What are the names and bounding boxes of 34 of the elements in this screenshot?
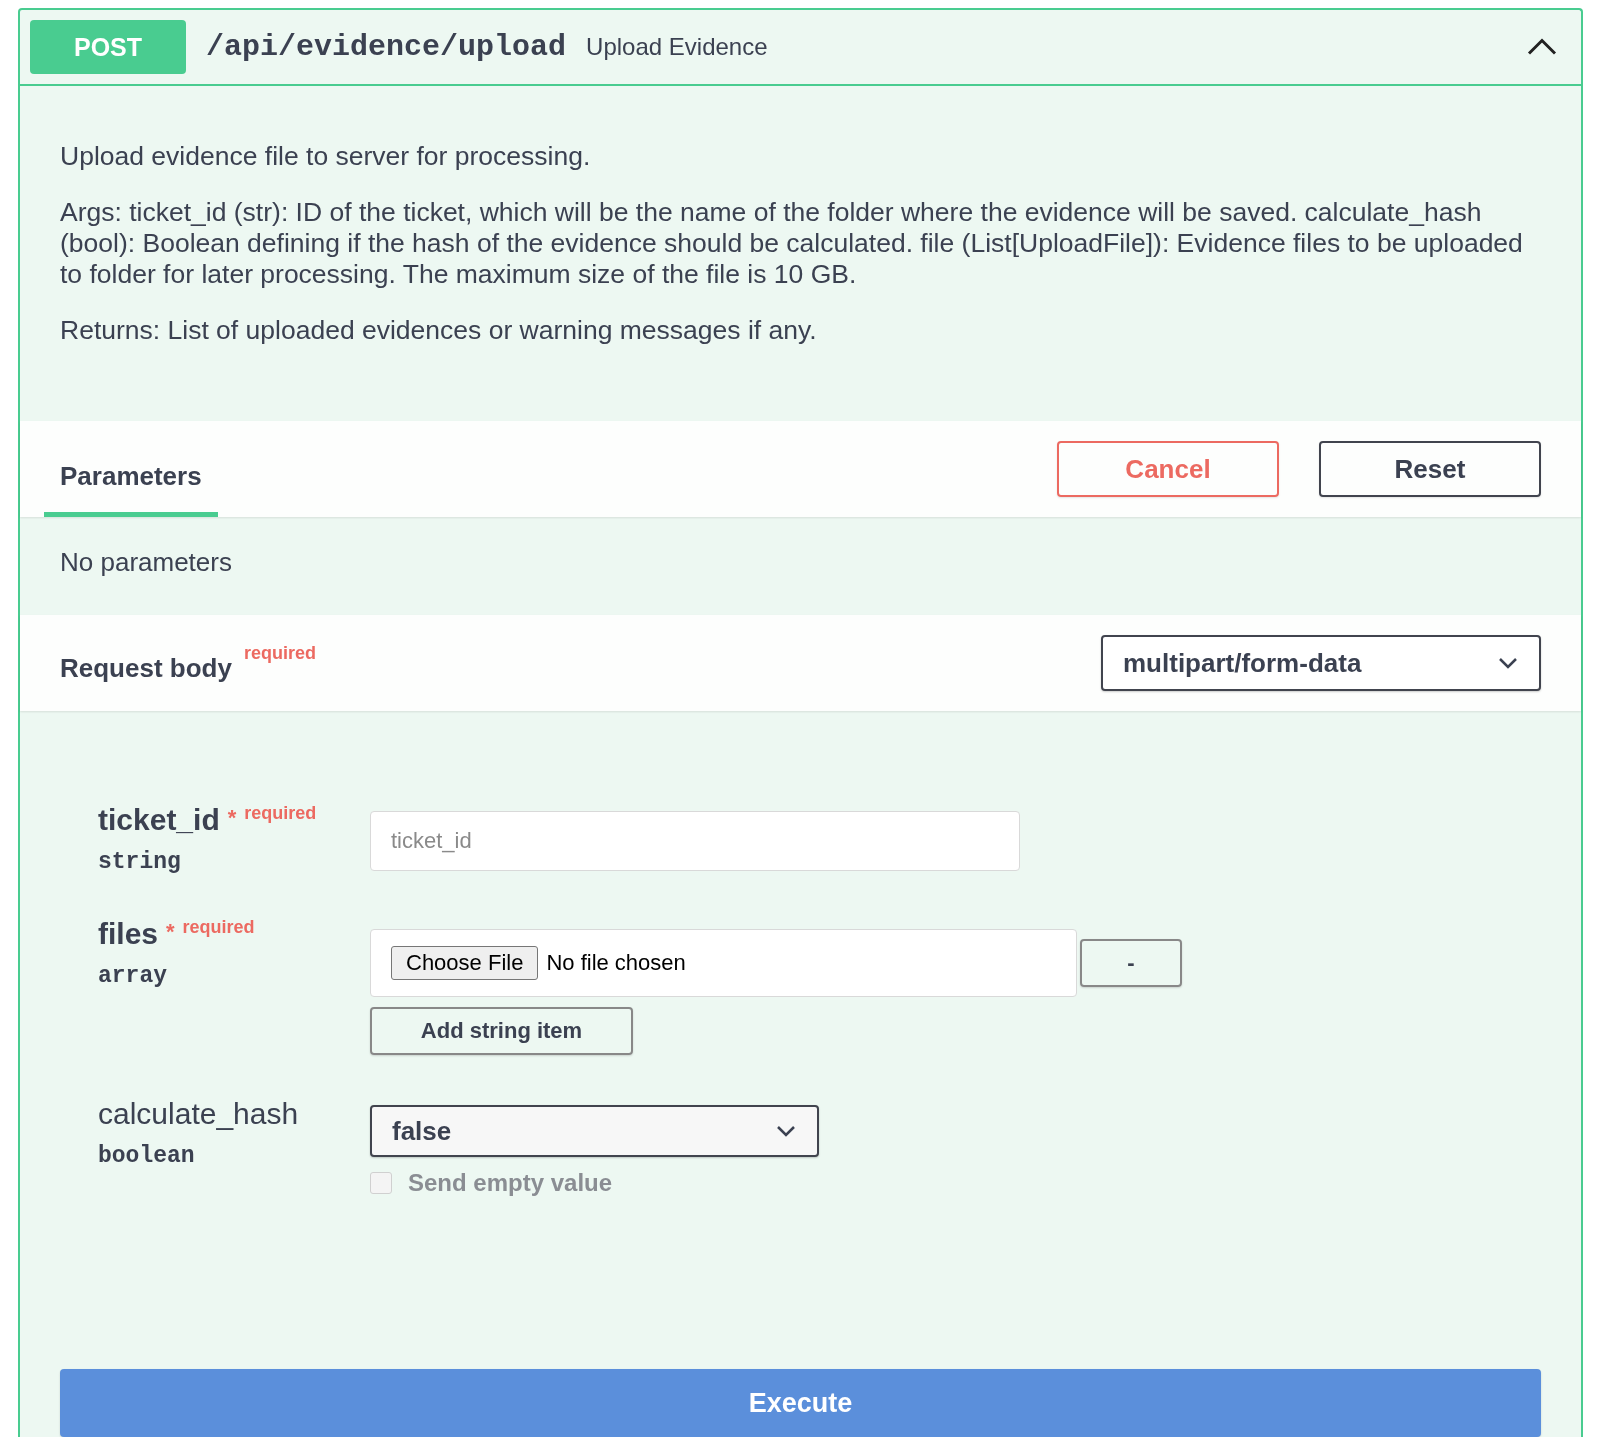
file-status-text: No file chosen bbox=[546, 950, 686, 976]
required-label: required bbox=[243, 642, 316, 664]
required-label: required bbox=[182, 917, 255, 938]
description-paragraph: Args: ticket_id (str): ID of the ticket, which will be the name of the folder where the evidence will be saved. calculate_hash (bool): Boolean defining if the hash of the evidence should be calculated. file (List[UploadFile]): Evidence files to be uploaded to folder for later processing. The maximum size of the file is 10 GB. bbox=[60, 197, 1524, 290]
field-name: calculate_hash bbox=[98, 1097, 299, 1131]
operation-header[interactable]: POST /api/evidence/upload Upload Evidence bbox=[20, 10, 1581, 86]
checkbox-label: Send empty value bbox=[408, 1169, 613, 1197]
remove-item-button[interactable]: - bbox=[1080, 939, 1182, 987]
field-type: string bbox=[98, 849, 181, 875]
choose-file-button[interactable]: Choose File bbox=[391, 946, 539, 980]
value-select[interactable]: false bbox=[370, 1105, 819, 1157]
checkbox[interactable] bbox=[370, 1172, 392, 1194]
chevron-down-icon bbox=[1497, 655, 1519, 671]
field-type: boolean bbox=[98, 1143, 195, 1169]
required-asterisk: * bbox=[227, 804, 237, 831]
section-title: Request body bbox=[60, 651, 232, 684]
method-badge: POST bbox=[30, 20, 186, 74]
file-input-field[interactable]: Choose File No file chosen bbox=[370, 929, 1077, 997]
add-item-button[interactable]: Add string item bbox=[370, 1007, 633, 1055]
required-label: required bbox=[244, 803, 317, 824]
content-type-select[interactable]: multipart/form-data bbox=[1101, 635, 1541, 691]
field-type: array bbox=[98, 963, 167, 989]
description-paragraph: Returns: List of uploaded evidences or warning messages if any. bbox=[60, 315, 818, 346]
description-paragraph: Upload evidence file to server for processing. bbox=[60, 141, 592, 172]
parameters-tab[interactable]: Parameters bbox=[44, 431, 218, 517]
endpoint-summary: Upload Evidence bbox=[586, 33, 768, 61]
field-name: ticket_id bbox=[98, 803, 220, 837]
chevron-down-icon bbox=[775, 1123, 797, 1139]
reset-button[interactable]: Reset bbox=[1319, 441, 1541, 497]
text-input-field[interactable]: ticket_id bbox=[370, 811, 1020, 871]
required-asterisk: * bbox=[166, 918, 175, 945]
endpoint-path: /api/evidence/upload bbox=[206, 30, 567, 64]
empty-message: No parameters bbox=[59, 546, 233, 579]
field-name: files bbox=[98, 917, 159, 951]
